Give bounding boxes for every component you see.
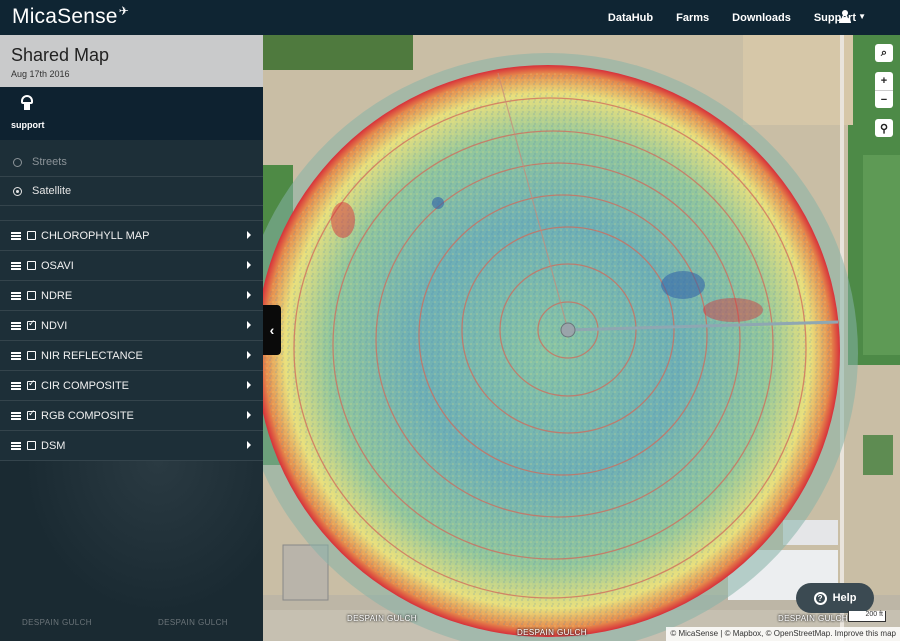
layer-label: RGB COMPOSITE [41,409,134,422]
plus-icon: + [880,75,888,87]
base-layer-list: Streets Satellite [0,140,263,206]
top-navbar: MicaSense✈ DataHub Farms Downloads Suppo… [0,0,900,35]
chevron-right-icon[interactable] [247,231,251,239]
layer-osavi[interactable]: OSAVI [0,251,263,281]
map-title: Shared Map [11,45,110,65]
user-icon [838,9,852,23]
base-layer-satellite[interactable]: Satellite [0,177,263,206]
scale-bar: 200 ft [848,611,886,622]
drag-handle-icon[interactable] [11,381,21,390]
question-icon: ? [813,591,827,605]
layer-label: OSAVI [41,259,74,272]
drag-handle-icon[interactable] [11,291,21,300]
drag-handle-icon[interactable] [11,441,21,450]
layer-label: CIR COMPOSITE [41,379,130,392]
sidebar-map-underlay: DESPAIN GULCH DESPAIN GULCH [0,461,263,641]
layer-dsm[interactable]: DSM [0,431,263,461]
nav-datahub-link[interactable]: DataHub [608,12,653,24]
radio-streets[interactable] [13,157,22,167]
sidebar: Shared Map Aug 17th 2016 support Streets… [0,35,263,641]
road-label: DESPAIN GULCH [158,618,228,627]
caret-down-icon: ▼ [858,11,866,21]
support-label: support [11,120,45,130]
layer-ndre[interactable]: NDRE [0,281,263,311]
road-label: DESPAIN GULCH [22,618,92,627]
search-icon: ⌕ [880,46,888,59]
user-menu[interactable]: ▼ [838,9,866,23]
minus-icon: − [880,93,888,106]
zoom-out-button[interactable]: − [875,90,893,108]
chevron-right-icon[interactable] [247,291,251,299]
chevron-right-icon[interactable] [247,381,251,389]
layer-label: CHLOROPHYLL MAP [41,229,150,242]
collapse-sidebar-button[interactable]: ‹ [263,305,281,355]
chevron-right-icon[interactable] [247,261,251,269]
app-root: MicaSense✈ DataHub Farms Downloads Suppo… [0,0,900,641]
layer-checkbox[interactable] [27,261,36,270]
base-layer-streets[interactable]: Streets [0,148,263,177]
support-section[interactable]: support [0,87,263,140]
logo-text: MicaSense [12,5,118,28]
map-search-button[interactable]: ⌕ [875,44,893,62]
base-layer-label: Streets [32,156,67,168]
chevron-right-icon[interactable] [247,411,251,419]
layer-list: CHLOROPHYLL MAP OSAVI NDRE NDVI [0,220,263,461]
map-canvas[interactable]: ⌕ + − ⚲ DESPAIN GULCH DESPAIN GULCH DESP… [263,35,900,641]
drag-handle-icon[interactable] [11,321,21,330]
drag-handle-icon[interactable] [11,261,21,270]
layer-label: DSM [41,439,66,452]
help-button[interactable]: ? Help [796,583,874,613]
sidebar-header: Shared Map Aug 17th 2016 [0,35,263,87]
drag-handle-icon[interactable] [11,351,21,360]
layer-chlorophyll[interactable]: CHLOROPHYLL MAP [0,221,263,251]
support-parachute-icon [20,95,34,111]
layer-checkbox[interactable] [27,291,36,300]
chevron-right-icon[interactable] [247,441,251,449]
layer-checkbox[interactable] [27,231,36,240]
chevron-left-icon: ‹ [269,322,275,338]
layer-checkbox[interactable] [27,318,36,330]
layer-nir-reflectance[interactable]: NIR REFLECTANCE [0,341,263,371]
layer-checkbox[interactable] [27,351,36,360]
logo-bird-icon: ✈ [118,4,129,18]
layer-cir-composite[interactable]: CIR COMPOSITE [0,371,263,401]
layer-ndvi[interactable]: NDVI [0,311,263,341]
chevron-right-icon[interactable] [247,321,251,329]
help-label: Help [832,592,857,604]
layer-checkbox[interactable] [27,408,36,420]
road-label: DESPAIN GULCH [347,614,417,623]
micasense-logo[interactable]: MicaSense✈ [12,4,129,29]
chevron-right-icon[interactable] [247,351,251,359]
nav-links: DataHub Farms Downloads Support [585,0,856,35]
map-pin-icon: ⚲ [879,122,889,135]
layer-label: NDVI [41,319,68,332]
map-imagery [263,35,900,641]
layer-rgb-composite[interactable]: RGB COMPOSITE [0,401,263,431]
zoom-in-button[interactable]: + [875,72,893,90]
base-layer-label: Satellite [32,185,72,197]
drag-handle-icon[interactable] [11,411,21,420]
radio-satellite[interactable] [13,186,22,196]
road-label: DESPAIN GULCH [517,628,587,637]
nav-downloads-link[interactable]: Downloads [732,12,791,24]
layer-label: NIR REFLECTANCE [41,349,143,362]
drag-handle-icon[interactable] [11,231,21,240]
map-date: Aug 17th 2016 [11,69,70,79]
map-attribution[interactable]: © MicaSense | © Mapbox, © OpenStreetMap.… [666,627,900,641]
nav-farms-link[interactable]: Farms [676,12,709,24]
road-label: DESPAIN GULCH [778,614,848,623]
layer-label: NDRE [41,289,73,302]
layer-checkbox[interactable] [27,441,36,450]
locate-button[interactable]: ⚲ [875,119,893,137]
layer-checkbox[interactable] [27,378,36,390]
